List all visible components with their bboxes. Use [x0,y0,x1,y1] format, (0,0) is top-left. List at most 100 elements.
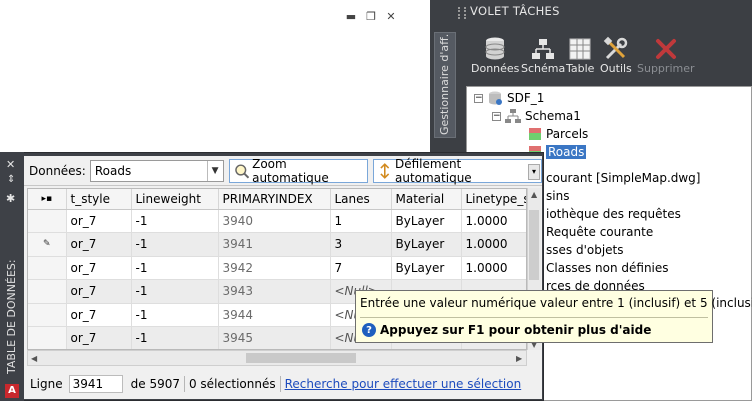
cell-lineweight[interactable]: -1 [131,232,219,257]
row-header[interactable] [28,303,67,327]
auto-scroll-label: Défilement automatique [394,156,472,185]
row-number-input[interactable]: 3941 [68,375,123,393]
tree-node-sdf[interactable]: − SDF_1 [474,91,544,105]
tree-item-drawings[interactable]: sins [546,189,569,203]
selection-count: 0 sélectionnés [188,377,276,391]
cell-text-style[interactable]: or_7 [66,303,132,327]
data-table-status-bar: Ligne 3941 de 5907 0 sélectionnés Recher… [24,372,542,396]
data-tool-button[interactable]: Données [471,36,519,80]
schema-icon [530,36,556,62]
delete-tool-button[interactable]: Supprimer [637,36,695,80]
tree-node-schema-label: Schema1 [525,109,581,123]
cell-text-style[interactable]: or_7 [66,279,132,304]
row-header[interactable] [28,256,67,280]
tree-item-undefined-classes[interactable]: Classes non définies [546,261,669,275]
cell-linetype-scale[interactable]: 1.0000 [461,209,526,233]
vertical-scrollbar-thumb[interactable] [529,210,539,280]
restore-icon[interactable]: ❐ [364,9,378,23]
cell-text-style[interactable]: or_7 [66,232,132,257]
cell-material[interactable]: ByLayer [391,232,462,257]
tab-display-manager[interactable]: Gestionnaire d'aff. [434,32,456,138]
cell-text-style[interactable]: or_7 [66,209,132,233]
close-icon[interactable]: ✕ [384,9,398,23]
scroll-left-icon[interactable]: ◀ [31,354,37,363]
tree-item-query-library[interactable]: iothèque des requêtes [546,207,681,221]
column-header-material[interactable]: Material [391,189,462,210]
auto-zoom-button[interactable]: Zoom automatique [228,157,369,185]
cell-material[interactable]: ByLayer [391,256,462,280]
tree-node-schema[interactable]: − Schema1 [492,109,581,123]
panel-close-icon[interactable]: ✕ [6,158,15,171]
cell-lanes[interactable]: 1 [330,209,392,233]
auto-scroll-button[interactable]: Défilement automatique [373,156,542,185]
data-tool-label: Données [471,62,520,75]
column-header-linetype-scale[interactable]: Linetype_sc [461,189,526,210]
tree-item-label: Classes non définies [546,261,669,275]
cell-lanes[interactable]: 3 [330,232,392,257]
cell-lineweight[interactable]: -1 [131,326,219,349]
tree-node-parcels[interactable]: Parcels [528,127,588,141]
collapse-icon[interactable]: − [474,93,483,103]
data-source-select[interactable]: Roads ▼ [89,159,224,182]
data-source-value: Roads [94,163,132,178]
cell-primaryindex: 3943 [218,279,331,304]
tree-item-label: courant [SimpleMap.dwg] [546,171,701,185]
chevron-down-icon[interactable]: ▼ [206,160,223,181]
cell-text-style[interactable]: or_7 [66,256,132,280]
cell-lineweight[interactable]: -1 [131,279,219,304]
table-row[interactable]: or_7 -1 3942 7 ByLayer 1.0000 [28,256,526,280]
schema-tool-button[interactable]: Schéma [521,36,565,80]
cell-primaryindex: 3945 [218,326,331,349]
scroll-right-icon[interactable]: ▶ [516,354,522,363]
tooltip-message: Entrée une valeur numérique valeur entre… [360,296,752,310]
toolbar-overflow-icon[interactable]: ▾ [528,164,540,180]
cell-primaryindex: 3941 [218,232,331,257]
collapse-icon[interactable]: − [492,111,501,121]
cell-lanes[interactable]: 7 [330,256,392,280]
panel-autohide-icon[interactable]: ⇕ [7,174,15,185]
row-header[interactable] [28,209,67,233]
validation-tooltip: Entrée une valeur numérique valeur entre… [355,290,752,343]
grip-handle[interactable] [458,7,466,19]
cell-text-style[interactable]: or_7 [66,326,132,349]
column-header-text-style[interactable]: t_style [66,189,132,210]
column-header-primaryindex[interactable]: PRIMARYINDEX [218,189,331,210]
cell-linetype-scale[interactable]: 1.0000 [461,256,526,280]
tree-item-label: sses d'objets [546,243,624,257]
column-header-row-indicator[interactable]: ▸▪ [28,189,67,210]
tree-item-current-map[interactable]: courant [SimpleMap.dwg] [546,171,700,185]
data-table-toolbar: Données: Roads ▼ Zoom automatique Défile… [24,156,542,186]
row-header[interactable] [28,326,67,349]
tree-item-current-query[interactable]: Requête courante [546,225,653,239]
schema-tool-label: Schéma [521,62,566,75]
data-source-label: Données: [29,163,86,178]
minimize-icon[interactable]: ▬ [344,9,358,23]
tools-icon [603,36,629,62]
help-icon: ? [362,323,376,337]
row-label: Ligne [30,377,63,391]
column-header-lanes[interactable]: Lanes [330,189,392,210]
tools-tool-button[interactable]: Outils [600,36,632,80]
cell-primaryindex: 3940 [218,209,331,233]
cell-lineweight[interactable]: -1 [131,209,219,233]
cell-lineweight[interactable]: -1 [131,303,219,327]
panel-settings-icon[interactable]: ✱ [6,192,15,205]
cell-linetype-scale[interactable]: 1.0000 [461,232,526,257]
row-header[interactable] [28,279,67,304]
horizontal-scrollbar-thumb[interactable] [246,353,356,363]
cell-material[interactable]: ByLayer [391,209,462,233]
tree-item-object-classes[interactable]: sses d'objets [546,243,624,257]
table-row[interactable]: or_7 -1 3940 1 ByLayer 1.0000 [28,209,526,233]
window-controls: ▬ ❐ ✕ [344,8,398,24]
table-tool-label: Table [566,62,595,75]
scroll-up-icon[interactable]: ▲ [531,190,537,199]
column-header-lineweight[interactable]: Lineweight [131,189,219,210]
search-selection-link[interactable]: Recherche pour effectuer une sélection [285,377,522,391]
row-header-edit-icon[interactable]: ✎ [28,232,67,257]
table-row[interactable]: ✎ or_7 -1 3941 3 ByLayer 1.0000 [28,232,526,257]
table-tool-button[interactable]: Table [566,36,594,80]
cell-primaryindex: 3942 [218,256,331,280]
delete-tool-label: Supprimer [637,62,695,75]
tab-display-manager-label: Gestionnaire d'aff. [438,33,451,135]
cell-lineweight[interactable]: -1 [131,256,219,280]
